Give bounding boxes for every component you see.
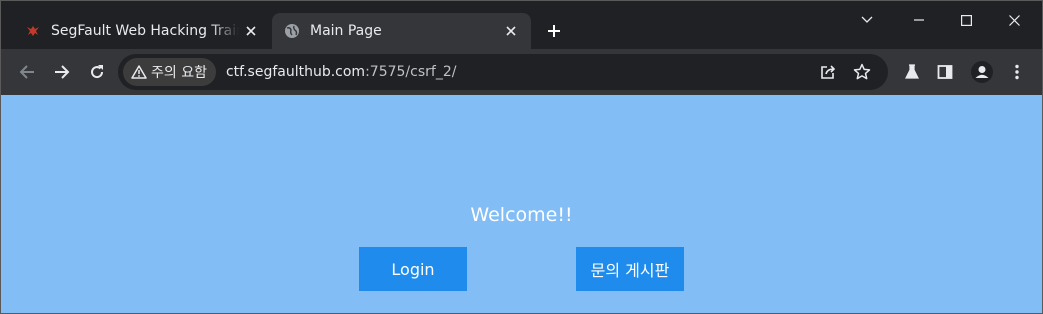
minimize-button[interactable] bbox=[896, 6, 942, 34]
share-icon[interactable] bbox=[813, 57, 843, 87]
warning-icon bbox=[131, 65, 147, 79]
url-host: ctf.segfaulthub.com bbox=[225, 64, 366, 80]
forward-button[interactable] bbox=[47, 57, 77, 87]
browser-toolbar: 주의 요함 ctf.segfaulthub.com:7575/csrf_2/ bbox=[1, 49, 1042, 95]
welcome-heading: Welcome!! bbox=[470, 204, 573, 226]
bookmark-star-icon[interactable] bbox=[847, 57, 877, 87]
security-chip[interactable]: 주의 요함 bbox=[123, 58, 216, 86]
close-window-button[interactable] bbox=[991, 6, 1037, 34]
tab-segfault[interactable]: SegFault Web Hacking Training bbox=[13, 13, 271, 49]
globe-icon bbox=[284, 23, 300, 39]
tab-title: Main Page bbox=[310, 23, 382, 39]
maximize-button[interactable] bbox=[943, 6, 989, 34]
page-viewport: Welcome!! Login 문의 게시판 bbox=[1, 95, 1042, 313]
more-menu-icon[interactable] bbox=[1002, 57, 1032, 87]
url-text[interactable]: ctf.segfaulthub.com:7575/csrf_2/ bbox=[226, 64, 456, 80]
close-icon[interactable] bbox=[499, 19, 523, 43]
login-button[interactable]: Login bbox=[359, 247, 467, 291]
url-path: :7575/csrf_2/ bbox=[365, 64, 457, 80]
address-bar[interactable]: 주의 요함 ctf.segfaulthub.com:7575/csrf_2/ bbox=[118, 54, 888, 90]
close-icon[interactable] bbox=[239, 19, 263, 43]
side-panel-icon[interactable] bbox=[930, 57, 960, 87]
inquiry-board-button[interactable]: 문의 게시판 bbox=[576, 247, 684, 291]
back-button[interactable] bbox=[12, 57, 42, 87]
labs-flask-icon[interactable] bbox=[897, 57, 927, 87]
tab-search-chevron-icon[interactable] bbox=[844, 6, 890, 34]
tab-main-page[interactable]: Main Page bbox=[272, 13, 531, 49]
browser-window: SegFault Web Hacking Training Main Page bbox=[0, 0, 1043, 314]
new-tab-button[interactable] bbox=[541, 18, 567, 44]
reload-button[interactable] bbox=[82, 57, 112, 87]
segfault-logo-icon bbox=[25, 23, 41, 39]
profile-avatar-icon[interactable] bbox=[967, 57, 997, 87]
security-chip-label: 주의 요함 bbox=[151, 65, 207, 81]
tab-title: SegFault Web Hacking Training bbox=[51, 23, 239, 39]
tab-strip: SegFault Web Hacking Training Main Page bbox=[1, 1, 1042, 49]
